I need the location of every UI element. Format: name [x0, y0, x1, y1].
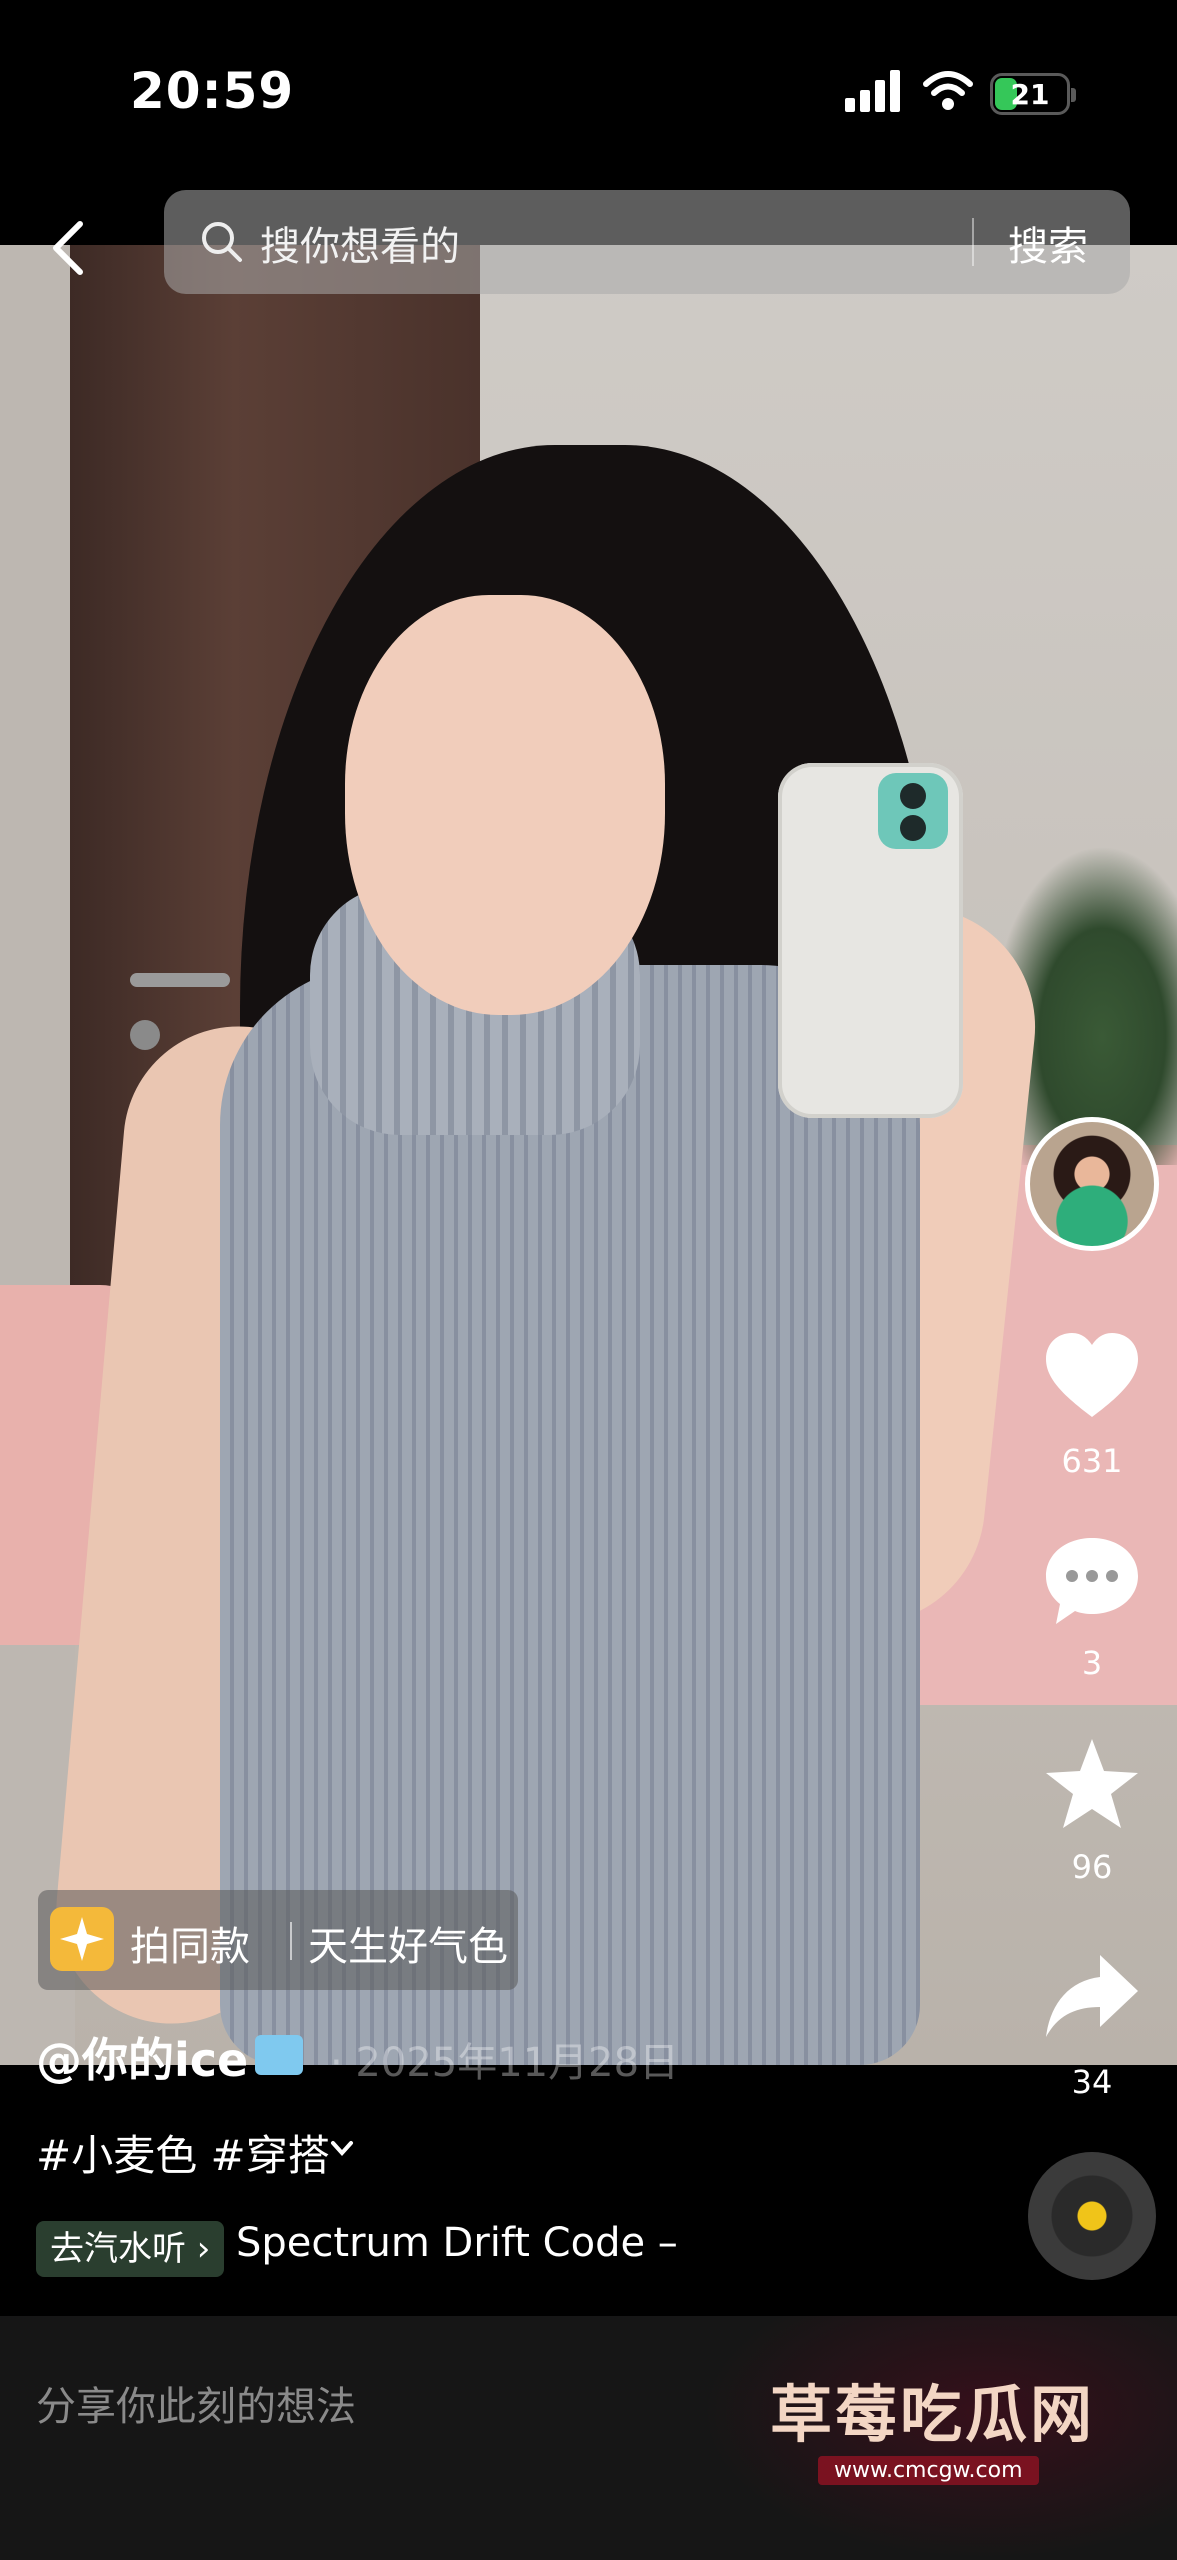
music-app-link[interactable]: 去汽水听 ›	[36, 2221, 225, 2277]
ice-cube-emoji-icon	[255, 2035, 303, 2075]
music-disc-icon[interactable]	[1028, 2152, 1156, 2280]
phone-camera	[878, 773, 948, 849]
like-heart-icon[interactable]	[1040, 1325, 1144, 1429]
face	[345, 595, 665, 1015]
same-style-chip[interactable]: 拍同款 天生好气色	[38, 1890, 518, 1990]
watermark: 草莓吃瓜网 www.cmcgw.com	[700, 2316, 1177, 2560]
comment-count: 3	[1081, 1644, 1103, 1682]
battery-icon: 21	[990, 73, 1076, 115]
author-name[interactable]: @你的ice	[36, 2024, 248, 2090]
music-title[interactable]: Spectrum Drift Code –	[236, 2220, 678, 2266]
hashtags[interactable]: #小麦色 #穿搭	[36, 2122, 330, 2183]
favorite-star-icon[interactable]	[1040, 1733, 1144, 1837]
clock: 20:59	[130, 62, 295, 120]
comment-bubble-icon[interactable]	[1040, 1530, 1144, 1634]
wifi-icon	[923, 71, 973, 110]
search-placeholder[interactable]: 搜你想看的	[260, 214, 460, 272]
like-count: 631	[1061, 1442, 1123, 1480]
share-count: 34	[1071, 2063, 1113, 2101]
watermark-title: 草莓吃瓜网	[770, 2378, 1096, 2451]
author-avatar[interactable]	[1025, 1117, 1159, 1251]
wall	[0, 245, 75, 2065]
video-player[interactable]	[0, 245, 1177, 2065]
same-style-name: 天生好气色	[308, 1924, 508, 1970]
search-icon	[202, 222, 242, 262]
sparkle-icon	[50, 1907, 114, 1971]
post-date: · 2025年11月28日	[330, 2040, 680, 2086]
share-arrow-icon[interactable]	[1040, 1945, 1144, 2049]
search-bar[interactable]: 搜你想看的 搜索	[164, 190, 1130, 294]
status-bar: 20:59 21	[0, 0, 1177, 190]
favorite-count: 96	[1071, 1848, 1113, 1886]
search-button[interactable]: 搜索	[1008, 214, 1088, 272]
battery-level: 21	[1010, 78, 1050, 111]
door-lock	[130, 1020, 160, 1050]
back-arrow-icon[interactable]	[48, 218, 88, 278]
chevron-down-icon[interactable]	[328, 2134, 356, 2162]
door-handle	[130, 973, 230, 987]
chip-divider	[290, 1922, 292, 1960]
comment-input[interactable]: 分享你此刻的想法	[36, 2374, 356, 2432]
watermark-url: www.cmcgw.com	[818, 2456, 1039, 2485]
same-style-label: 拍同款	[130, 1924, 250, 1970]
cellular-signal-icon	[845, 70, 900, 112]
search-divider	[972, 218, 974, 266]
